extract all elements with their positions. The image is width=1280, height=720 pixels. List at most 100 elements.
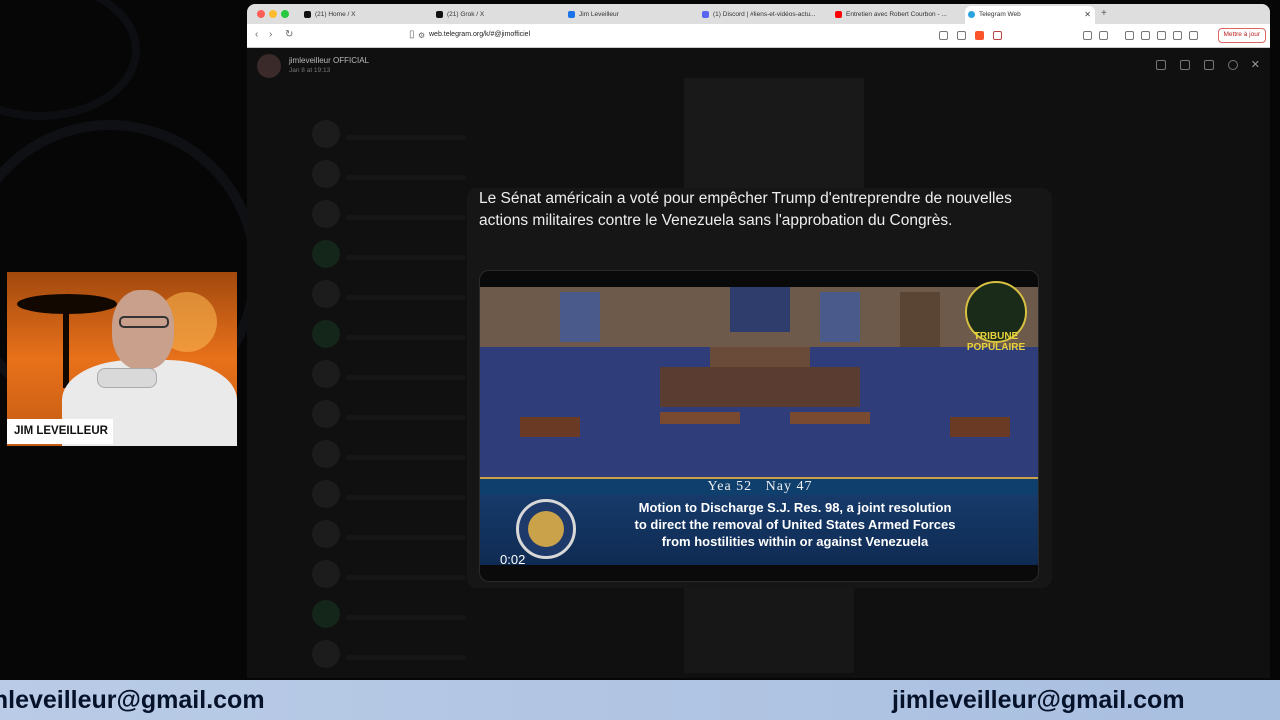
tab-youtube[interactable]: Entretien avec Robert Courbon - ... [832,6,957,24]
zoom-icon[interactable] [1228,60,1238,70]
avatar [312,120,340,148]
email-left: jimleveilleur@gmail.com [0,686,265,714]
reload-icon[interactable]: ↻ [285,29,293,40]
preview-bar [346,455,466,460]
close-window-icon[interactable] [257,10,265,18]
tab-bar: (21) Home / X (21) Grok / X Jim Leveille… [247,4,1270,24]
close-icon[interactable]: ✕ [1251,58,1260,71]
close-tab-icon[interactable]: ✕ [1084,10,1091,19]
preview-bar [346,535,466,540]
avatar [312,520,340,548]
video-timestamp: 0:02 [500,552,526,567]
watermark-line: POPULAIRE [966,342,1026,353]
preview-bar [346,175,466,180]
telegram-icon [968,11,975,18]
preview-bar [346,255,466,260]
post-date: Jan 8 at 19:13 [289,67,331,74]
stream-stage: (21) Home / X (21) Grok / X Jim Leveille… [0,0,1280,720]
avatar [312,200,340,228]
microphone [97,368,157,388]
x-icon [436,11,443,18]
vpn-icon[interactable] [1189,31,1198,40]
avatar [312,640,340,668]
glasses [119,316,169,328]
background-thumbnail [684,78,864,188]
preview-bar [346,415,466,420]
minimize-window-icon[interactable] [269,10,277,18]
presenter-name-label: JIM LEVEILLEUR [7,419,113,444]
youtube-icon [835,11,842,18]
tribune-populaire-watermark: TRIBUNE POPULAIRE [955,331,1037,353]
tab-label: (21) Grok / X [447,11,485,18]
avatar [312,160,340,188]
bookmark-icon[interactable]: ▯ [409,29,415,40]
avatar [312,600,340,628]
presenter-head [112,290,174,370]
list-item[interactable] [312,598,522,632]
reading-list-icon[interactable] [1099,31,1108,40]
update-button[interactable]: Mettre à jour [1217,28,1266,43]
wallet-icon[interactable] [1157,31,1166,40]
delete-icon[interactable] [1156,60,1166,70]
tab-discord[interactable]: (1) Discord | #liens-et-vidéos-actu... [699,6,823,24]
video-player[interactable]: TRIBUNE POPULAIRE Yea 52 Nay 47 Motion t… [479,270,1039,582]
list-item[interactable] [312,638,522,672]
mail-icon [568,11,575,18]
browser-window: (21) Home / X (21) Grok / X Jim Leveille… [247,4,1270,678]
tab-grok[interactable]: (21) Grok / X [433,6,565,24]
motion-caption: Motion to Discharge S.J. Res. 98, a join… [480,495,1038,565]
avatar [312,280,340,308]
install-icon[interactable] [957,31,966,40]
site-info-icon[interactable]: ⚙ [418,31,425,40]
avatar [312,240,340,268]
new-tab-icon[interactable]: + [1101,8,1107,19]
forward-icon[interactable]: › [269,29,272,40]
back-icon[interactable]: ‹ [255,29,258,40]
caption-line: from hostilities within or against Venez… [661,534,929,549]
tree-trunk [63,308,69,388]
senate-seal [516,499,576,559]
brave-rewards-icon[interactable] [993,31,1002,40]
url-input[interactable]: web.telegram.org/k/#@jimofficiel [429,31,530,38]
preview-bar [346,495,466,500]
preview-bar [346,655,466,660]
preview-bar [346,295,466,300]
tab-label: Jim Leveilleur [579,11,619,18]
motion-text: Motion to Discharge S.J. Res. 98, a join… [580,499,1010,550]
watermark-line: TRIBUNE [973,331,1019,342]
list-item[interactable] [312,118,522,152]
avatar [312,400,340,428]
download-icon[interactable] [1204,60,1214,70]
brave-shield-icon[interactable] [975,31,984,40]
preview-bar [346,215,466,220]
tab-label: (1) Discord | #liens-et-vidéos-actu... [713,11,816,18]
caption-line: Motion to Discharge S.J. Res. 98, a join… [638,500,952,515]
list-item[interactable] [312,158,522,192]
discord-icon [702,11,709,18]
avatar [312,360,340,388]
tab-telegram-web[interactable]: Telegram Web ✕ [965,6,1095,24]
email-right: jimleveilleur@gmail.com [892,686,1185,714]
channel-avatar[interactable] [257,54,281,78]
maximize-window-icon[interactable] [281,10,289,18]
preview-bar [346,375,466,380]
leo-icon[interactable] [1173,31,1182,40]
extensions-icon[interactable] [1083,31,1092,40]
tab-x-home[interactable]: (21) Home / X [301,6,433,24]
email-banner: jimleveilleur@gmail.com jimleveilleur@gm… [0,680,1280,720]
tab-label: (21) Home / X [315,11,356,18]
tab-label: Entretien avec Robert Courbon - ... [846,11,947,18]
download-icon[interactable] [1125,31,1134,40]
address-bar: ‹ › ↻ ▯ ⚙ web.telegram.org/k/#@jimoffici… [247,24,1270,48]
avatar [312,560,340,588]
channel-name[interactable]: jimleveilleur OFFICIAL [289,56,369,65]
screenshot-icon[interactable] [1141,31,1150,40]
caption-line: to direct the removal of United States A… [634,517,956,532]
tab-jim-leveilleur[interactable]: Jim Leveilleur [565,6,697,24]
forward-icon[interactable] [1180,60,1190,70]
avatar [312,320,340,348]
background-thumbnail [684,583,854,673]
preview-bar [346,135,466,140]
preview-bar [346,615,466,620]
share-icon[interactable] [939,31,948,40]
